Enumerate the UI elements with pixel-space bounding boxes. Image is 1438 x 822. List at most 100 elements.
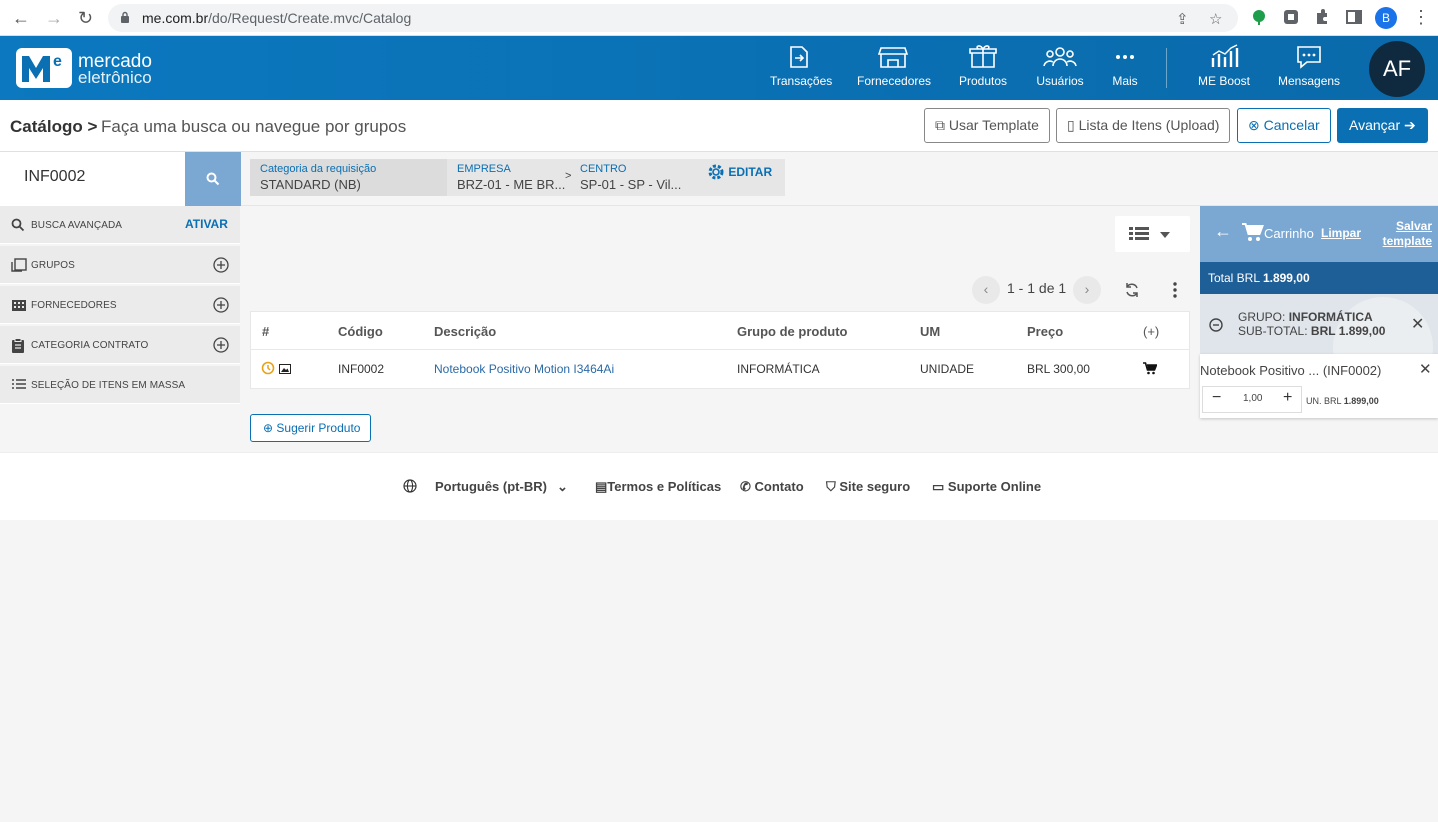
chevron-down-icon[interactable]: ⌄: [557, 479, 568, 495]
edit-button[interactable]: EDITAR: [707, 163, 772, 181]
page-title: Catálogo >: [10, 117, 98, 136]
extension-leaf-icon[interactable]: [1250, 8, 1268, 26]
address-url: me.com.br/do/Request/Create.mvc/Catalog: [142, 10, 412, 26]
search-icon: [206, 172, 220, 186]
quantity-value[interactable]: 1,00: [1243, 393, 1262, 404]
footer: Português (pt-BR) ⌄ ▤Termos e Políticas …: [0, 452, 1438, 520]
next-page-button[interactable]: ›: [1073, 276, 1101, 304]
sidebar-item-selecao-massa[interactable]: SELEÇÃO DE ITENS EM MASSA: [0, 366, 240, 404]
menu-mensagens[interactable]: Mensagens: [1278, 44, 1340, 88]
search-box: [0, 152, 185, 206]
clipboard-icon: [12, 338, 24, 353]
menu-transacoes[interactable]: Transações: [770, 44, 832, 88]
increase-button[interactable]: +: [1283, 389, 1292, 407]
image-icon[interactable]: [279, 364, 291, 374]
menu-separator: [1166, 48, 1167, 88]
star-icon[interactable]: ☆: [1209, 10, 1222, 28]
sidebar-item-grupos[interactable]: GRUPOS: [0, 246, 240, 284]
groups-icon: [11, 258, 27, 272]
user-avatar[interactable]: AF: [1369, 41, 1425, 97]
contact-link[interactable]: ✆ Contato: [740, 479, 804, 495]
view-mode-toggle[interactable]: [1115, 216, 1190, 252]
cart-icon: [1242, 223, 1264, 241]
caret-down-icon: [1160, 232, 1170, 238]
next-button[interactable]: Avançar ➔: [1337, 108, 1428, 143]
sidebar-advanced-search[interactable]: BUSCA AVANÇADA ATIVAR: [0, 206, 240, 244]
cancel-button[interactable]: ⊗ Cancelar: [1237, 108, 1331, 143]
browser-menu-icon[interactable]: ⋮: [1412, 7, 1430, 28]
product-link[interactable]: Notebook Positivo Motion I3464Ai: [434, 362, 614, 376]
prev-page-button[interactable]: ‹: [972, 276, 1000, 304]
support-link[interactable]: ▭ Suporte Online: [932, 479, 1041, 495]
plus-circle-icon[interactable]: [213, 337, 229, 353]
add-to-cart-icon[interactable]: [1143, 362, 1157, 375]
use-template-button[interactable]: ⧉ Usar Template: [924, 108, 1050, 143]
phone-icon: ✆: [740, 479, 751, 494]
suggest-product-button[interactable]: ⊕ Sugerir Produto: [250, 414, 372, 442]
puzzle-icon[interactable]: [1313, 8, 1331, 26]
address-bar[interactable]: me.com.br/do/Request/Create.mvc/Catalog …: [108, 4, 1238, 32]
list-view-icon: [1129, 227, 1149, 240]
share-icon[interactable]: ⇪: [1176, 10, 1189, 28]
back-arrow-icon[interactable]: ←: [1214, 221, 1232, 242]
sidebar-item-fornecedores[interactable]: FORNECEDORES: [0, 286, 240, 324]
logo-text: mercado eletrônico: [78, 51, 152, 87]
file-upload-icon: ▯: [1067, 117, 1075, 133]
gear-icon: [708, 164, 724, 180]
me-logo[interactable]: e: [16, 48, 72, 88]
menu-me-boost[interactable]: ME Boost: [1195, 44, 1253, 88]
pagination-text: 1 - 1 de 1: [1007, 280, 1067, 296]
reload-icon[interactable]: ↻: [78, 8, 93, 29]
side-panel-icon[interactable]: [1345, 8, 1363, 26]
quantity-stepper: − 1,00 +: [1202, 386, 1302, 413]
building-icon: [12, 300, 26, 311]
app-header: e mercado eletrônico Transações Forneced…: [0, 36, 1438, 100]
plus-circle-icon[interactable]: [213, 257, 229, 273]
menu-produtos[interactable]: Produtos: [958, 44, 1008, 88]
terms-link[interactable]: ▤Termos e Políticas: [595, 479, 721, 495]
refresh-icon[interactable]: [1124, 282, 1140, 298]
svg-text:e: e: [53, 53, 62, 70]
cart-title: Carrinho: [1264, 226, 1314, 241]
decrease-button[interactable]: −: [1212, 389, 1221, 407]
catalog-table: # Código Descrição Grupo de produto UM P…: [250, 311, 1190, 389]
plus-circle-icon[interactable]: [213, 297, 229, 313]
menu-usuarios[interactable]: Usuários: [1036, 44, 1084, 88]
requisition-filter-bar: Categoria da requisição STANDARD (NB) EM…: [241, 152, 1438, 206]
clear-cart-link[interactable]: Limpar: [1321, 226, 1361, 240]
extension-square-icon[interactable]: [1282, 8, 1300, 26]
chart-icon: [1211, 44, 1239, 67]
back-arrow-icon[interactable]: ←: [12, 8, 30, 29]
shield-icon: ⛉: [826, 479, 836, 494]
cart-item: Notebook Positivo ... (INF0002) ✕ − 1,00…: [1200, 354, 1438, 418]
save-template-link[interactable]: Salvar template: [1376, 219, 1432, 249]
document-icon: ▤: [595, 479, 608, 494]
copy-icon: ⧉: [935, 117, 945, 133]
forward-arrow-icon[interactable]: →: [45, 8, 63, 29]
history-icon[interactable]: [261, 361, 275, 375]
unit-price: UN. BRL 1.899,00: [1306, 396, 1379, 406]
profile-avatar[interactable]: B: [1375, 7, 1397, 29]
search-input[interactable]: [24, 168, 174, 186]
more-vertical-icon[interactable]: [1173, 282, 1177, 298]
category-chip: Categoria da requisição STANDARD (NB): [250, 159, 447, 196]
search-button[interactable]: [185, 152, 241, 206]
secure-site-link[interactable]: ⛉ Site seguro: [826, 479, 910, 495]
chat-icon: [1297, 46, 1321, 69]
menu-fornecedores[interactable]: Fornecedores: [857, 44, 931, 88]
page-subtitle: Faça uma busca ou navegue por grupos: [101, 117, 407, 136]
minus-circle-icon[interactable]: [1209, 318, 1223, 332]
activate-link[interactable]: ATIVAR: [185, 217, 228, 231]
plus-circle-icon: ⊕: [263, 421, 274, 435]
close-icon[interactable]: ✕: [1411, 314, 1424, 334]
menu-mais[interactable]: Mais: [1110, 44, 1140, 88]
cart-item-name: Notebook Positivo ... (INF0002): [1200, 363, 1382, 378]
upload-list-button[interactable]: ▯ Lista de Itens (Upload): [1056, 108, 1231, 143]
sidebar-item-categoria-contrato[interactable]: CATEGORIA CONTRATO: [0, 326, 240, 364]
cancel-circle-icon: ⊗: [1248, 117, 1260, 133]
language-select[interactable]: Português (pt-BR): [435, 479, 547, 494]
search-icon: [11, 218, 25, 232]
arrow-circle-right-icon: ➔: [1404, 117, 1416, 133]
page-title-bar: Catálogo > Faça uma busca ou navegue por…: [0, 100, 1438, 152]
close-icon[interactable]: ✕: [1419, 360, 1432, 378]
